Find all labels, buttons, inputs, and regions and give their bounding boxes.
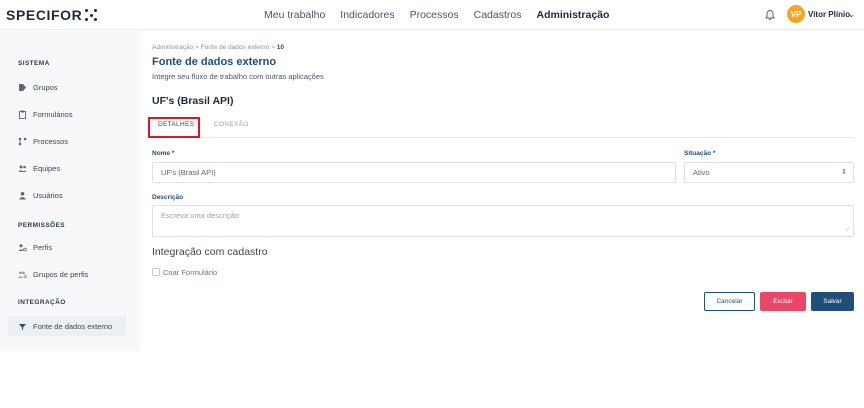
name-field[interactable]: UF's (Brasil API)	[152, 162, 676, 183]
sidebar-item-label: Usuários	[33, 190, 63, 200]
save-button[interactable]: Salvar	[811, 292, 854, 311]
sidebar-item-fonte-de-dados-externo[interactable]: Fonte de dados externo	[8, 316, 126, 336]
delete-button[interactable]: Excluir	[760, 292, 806, 311]
user-icon	[18, 191, 27, 200]
tab-conexao[interactable]: CONEXÃO	[214, 121, 249, 128]
tab-highlight-box	[148, 117, 200, 138]
sidebar-section-integracao: INTEGRAÇÃO	[18, 299, 66, 306]
nav-item-processos[interactable]: Processos	[410, 9, 459, 21]
logo[interactable]: SPECIFOR	[6, 7, 98, 23]
logo-text: SPECIFOR	[6, 7, 83, 23]
sidebar-section-sistema: SISTEMA	[18, 60, 50, 67]
sidebar-item-label: Processos	[33, 136, 69, 146]
name-label: Nome *	[152, 150, 175, 157]
user-name[interactable]: Vitor Plínio	[808, 10, 850, 19]
description-textarea[interactable]: Escreva uma descrição ⟋	[152, 205, 854, 237]
sidebar-item-label: Perfis	[33, 242, 53, 252]
sidebar-item-label: Fonte de dados externo	[33, 321, 113, 331]
description-label: Descrição	[152, 194, 184, 201]
sidebar-item-formularios[interactable]: Formulários	[8, 104, 126, 124]
description-placeholder: Escreva uma descrição	[161, 211, 239, 220]
avatar[interactable]: VP	[787, 5, 805, 23]
funnel-icon	[18, 322, 27, 331]
bell-icon[interactable]	[764, 9, 776, 21]
sidebar-item-label: Equipes	[33, 163, 61, 173]
sidebar-item-perfis[interactable]: Perfis	[8, 237, 126, 257]
resize-handle-icon[interactable]: ⟋	[846, 227, 850, 234]
nav-item-meu-trabalho[interactable]: Meu trabalho	[264, 9, 325, 21]
breadcrumb-separator: >	[195, 44, 199, 51]
breadcrumb-separator: >	[271, 44, 275, 51]
name-field-value: UF's (Brasil API)	[161, 168, 216, 177]
status-label: Situação *	[684, 150, 716, 157]
create-form-label[interactable]: Criar Formulário	[163, 268, 217, 277]
select-arrows-icon: ⇕	[841, 169, 847, 176]
cancel-button[interactable]: Cancelar	[704, 292, 755, 311]
clipboard-icon	[18, 110, 27, 119]
sidebar-item-processos[interactable]: Processos	[8, 131, 126, 151]
sidebar: SISTEMA Grupos Formulários Processos Equ…	[0, 31, 140, 351]
page-subtitle: Integre seu fluxo de trabalho com outras…	[152, 72, 324, 81]
sidebar-item-label: Formulários	[33, 109, 73, 119]
nav-item-administracao[interactable]: Administração	[536, 9, 609, 21]
sidebar-section-permissoes: PERMISSÕES	[18, 222, 65, 229]
chevron-down-icon[interactable]: ⌄	[848, 10, 855, 19]
sidebar-item-grupos[interactable]: Grupos	[8, 77, 126, 97]
nav-item-indicadores[interactable]: Indicadores	[340, 9, 394, 21]
team-icon	[18, 164, 27, 173]
sidebar-item-label: Grupos de perfis	[33, 269, 89, 279]
page-title: Fonte de dados externo	[152, 56, 277, 68]
integration-section-title: Integração com cadastro	[152, 246, 268, 258]
record-title: UF's (Brasil API)	[152, 95, 234, 107]
main-nav: Meu trabalho Indicadores Processos Cadas…	[264, 0, 624, 30]
sidebar-item-usuarios[interactable]: Usuários	[8, 185, 126, 205]
logo-mark-icon	[85, 9, 98, 21]
sidebar-item-label: Grupos	[33, 82, 58, 92]
profile-gear-icon	[18, 243, 27, 252]
tag-icon	[18, 83, 27, 92]
top-bar: SPECIFOR Meu trabalho Indicadores Proces…	[0, 0, 864, 30]
status-select-value: Ativo	[693, 168, 710, 177]
sidebar-item-grupos-de-perfis[interactable]: Grupos de perfis	[8, 264, 126, 284]
process-flow-icon	[18, 137, 27, 146]
breadcrumb-current: 10	[276, 44, 284, 51]
breadcrumb-item-administracao[interactable]: Administração	[152, 44, 193, 51]
breadcrumb-item-fonte[interactable]: Fonte de dados externo	[201, 44, 270, 51]
sidebar-item-equipes[interactable]: Equipes	[8, 158, 126, 178]
tabs: DETALHES CONEXÃO	[152, 118, 854, 138]
nav-item-cadastros[interactable]: Cadastros	[474, 9, 522, 21]
profile-group-icon	[18, 270, 27, 279]
status-select[interactable]: Ativo ⇕	[684, 162, 854, 183]
breadcrumb: Administração > Fonte de dados externo >…	[152, 44, 284, 51]
create-form-checkbox[interactable]	[152, 268, 160, 276]
